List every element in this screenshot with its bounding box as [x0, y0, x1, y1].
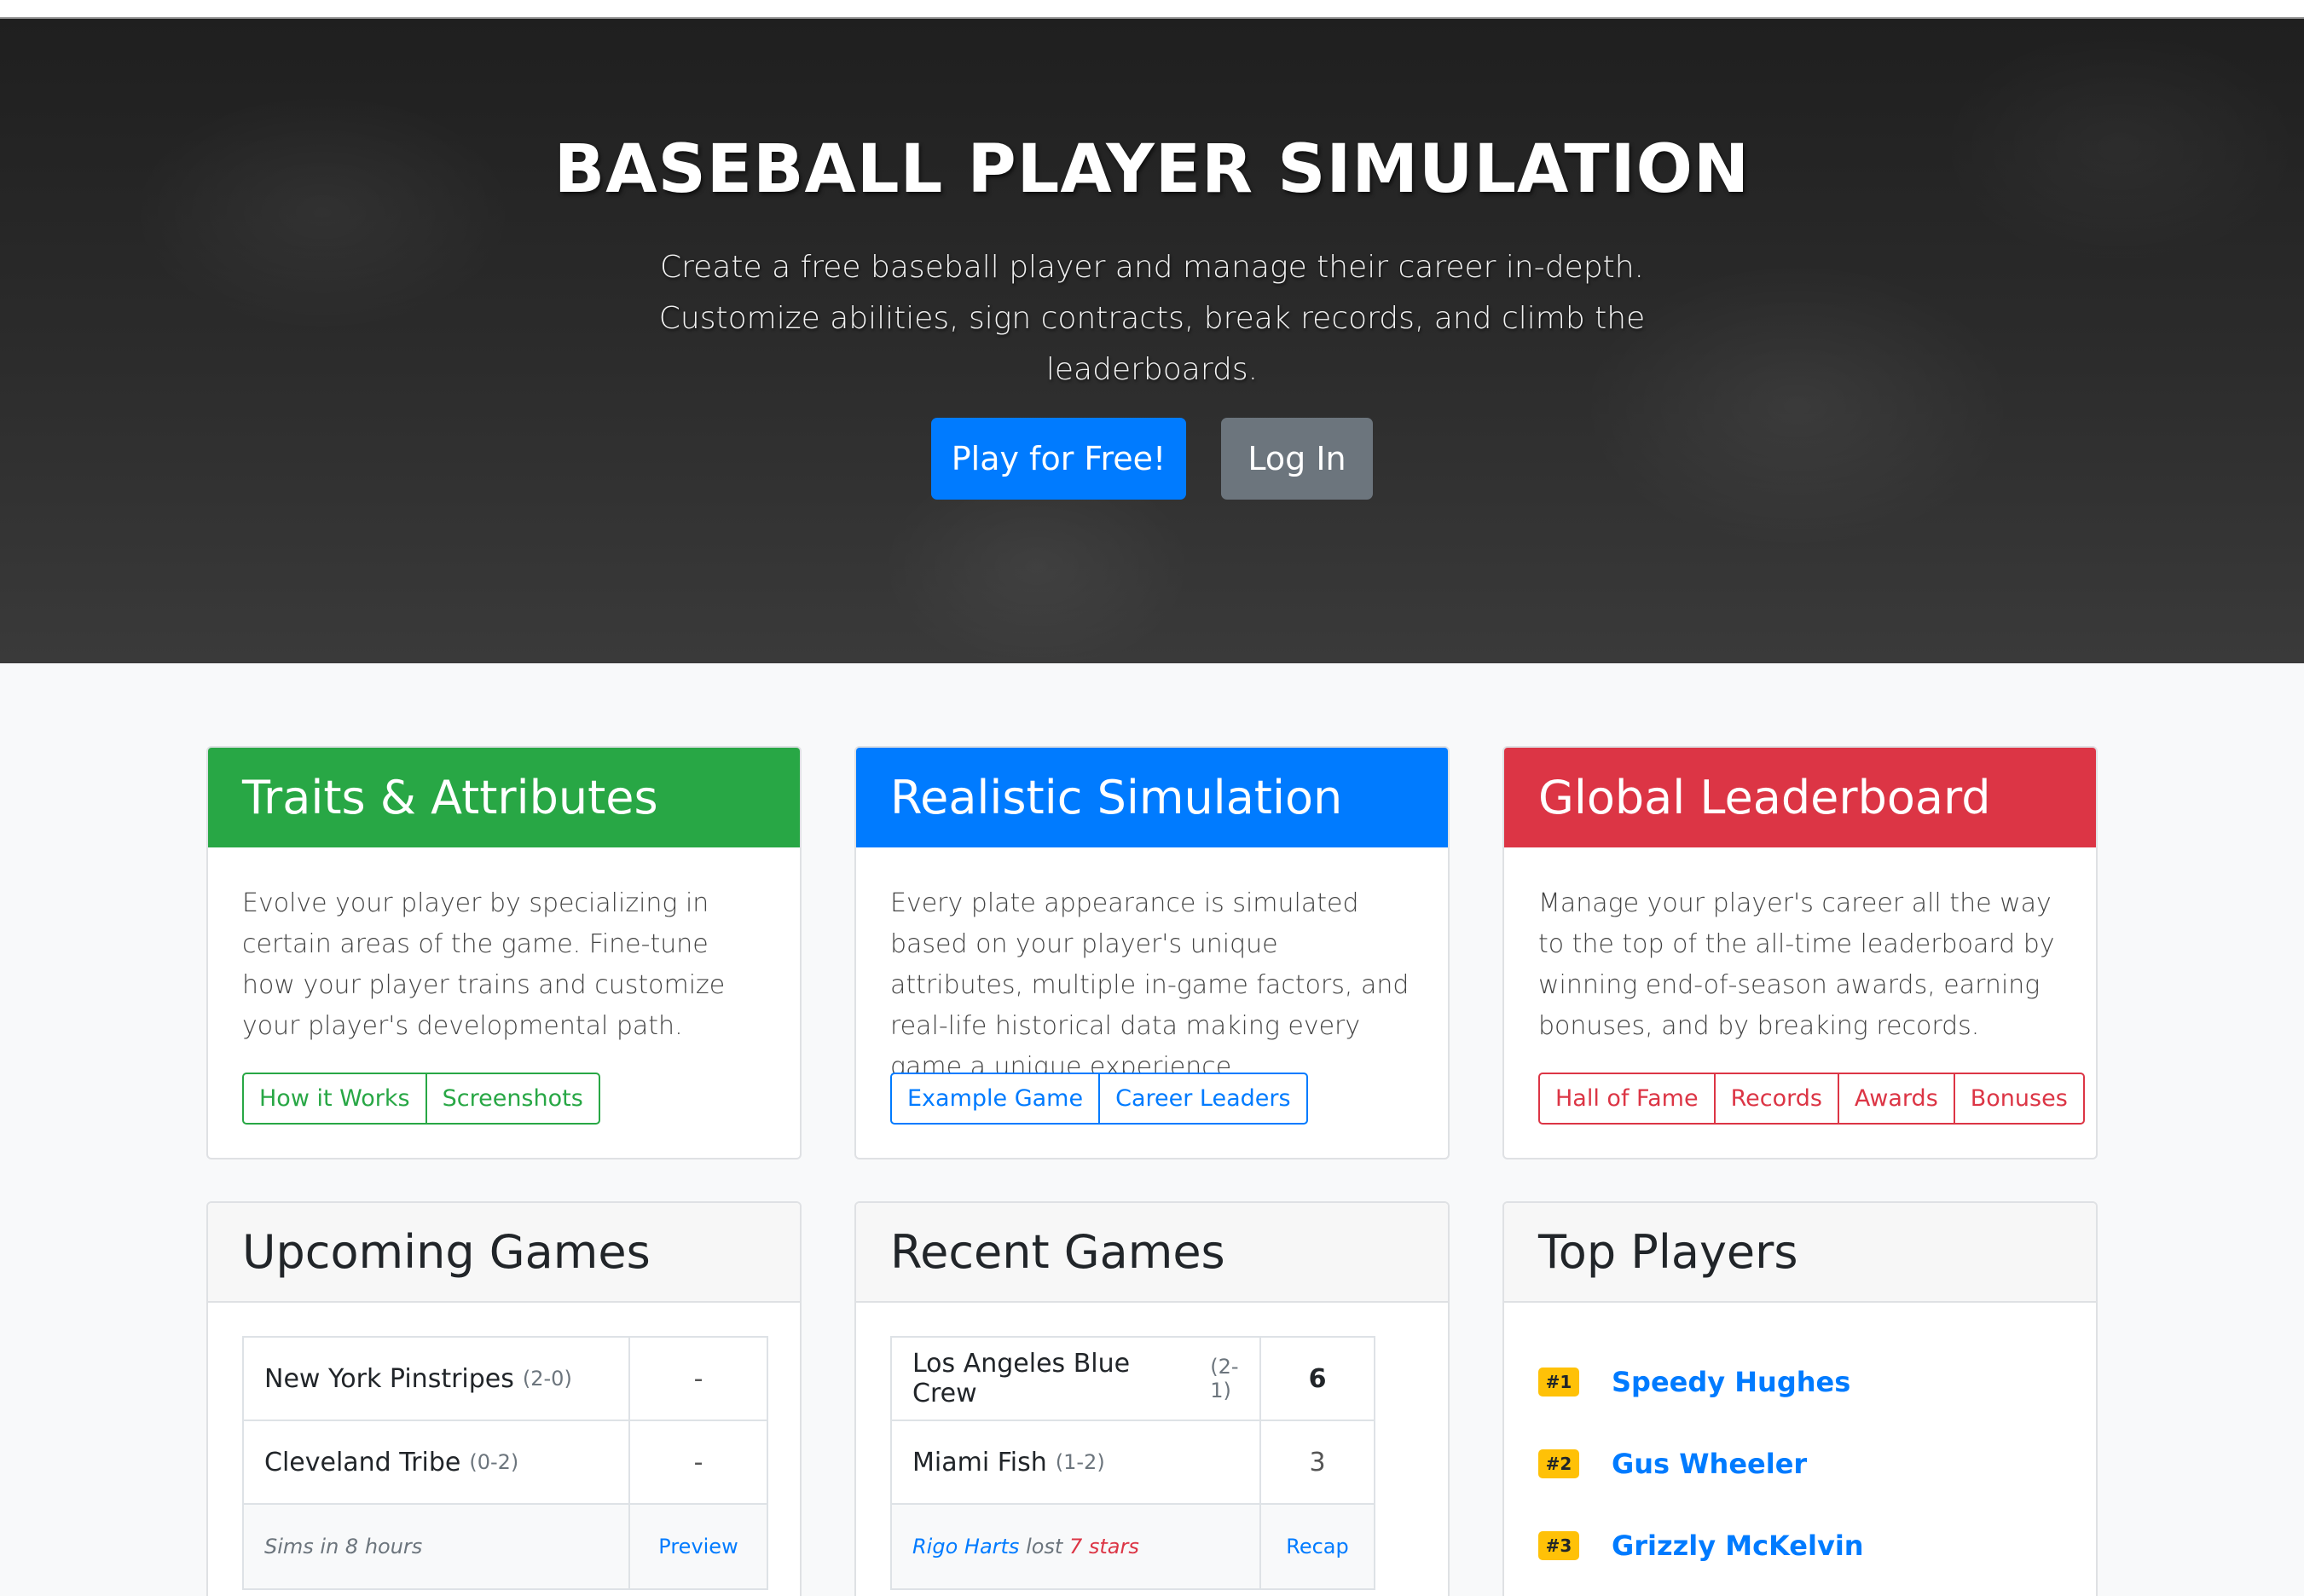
hero-subtitle: Create a free baseball player and manage…	[0, 242, 2304, 396]
score-cell: 3	[1309, 1447, 1326, 1477]
list-item: #1 Speedy Hughes	[1538, 1366, 1850, 1398]
awards-button[interactable]: Awards	[1837, 1073, 1955, 1125]
recap-link[interactable]: Recap	[1261, 1505, 1374, 1588]
simulation-card: Realistic Simulation Every plate appeara…	[854, 746, 1450, 1159]
team-record: (1-2)	[1055, 1450, 1105, 1474]
example-game-button[interactable]: Example Game	[890, 1073, 1101, 1125]
hall-of-fame-button[interactable]: Hall of Fame	[1538, 1073, 1716, 1125]
team-record: (2-0)	[522, 1367, 572, 1391]
rank-badge: #2	[1538, 1449, 1579, 1478]
leaderboard-button-group: Hall of Fame Records Awards Bonuses	[1538, 1073, 2085, 1125]
player-name-link[interactable]: Gus Wheeler	[1612, 1448, 1807, 1480]
simulation-button-group: Example Game Career Leaders	[890, 1073, 1308, 1125]
traits-button-group: How it Works Screenshots	[242, 1073, 600, 1125]
score-cell: -	[693, 1363, 703, 1394]
player-name-link[interactable]: Speedy Hughes	[1612, 1366, 1850, 1398]
table-row: Los Angeles Blue Crew (2-1) 6	[892, 1338, 1374, 1421]
stars-text: 7 stars	[1068, 1535, 1139, 1558]
team-name[interactable]: Miami Fish	[912, 1448, 1047, 1477]
recent-games-card: Recent Games Los Angeles Blue Crew (2-1) …	[854, 1201, 1450, 1596]
bonuses-button[interactable]: Bonuses	[1953, 1073, 2085, 1125]
card-title: Upcoming Games	[208, 1203, 800, 1303]
team-record: (2-1)	[1210, 1355, 1239, 1402]
result-text: lost	[1026, 1535, 1063, 1558]
team-name[interactable]: Los Angeles Blue Crew	[912, 1349, 1201, 1408]
card-title: Global Leaderboard	[1504, 748, 2096, 847]
hero-subtitle-line: leaderboards.	[1045, 352, 1259, 387]
team-name[interactable]: Cleveland Tribe	[264, 1448, 460, 1477]
records-button[interactable]: Records	[1713, 1073, 1839, 1125]
career-leaders-button[interactable]: Career Leaders	[1098, 1073, 1308, 1125]
hero-subtitle-line: Create a free baseball player and manage…	[660, 250, 1644, 285]
upcoming-games-card: Upcoming Games New York Pinstripes (2-0) …	[206, 1201, 802, 1596]
card-title: Recent Games	[856, 1203, 1448, 1303]
card-description: Evolve your player by specializing in ce…	[242, 888, 726, 1041]
preview-link[interactable]: Preview	[630, 1505, 767, 1588]
log-in-button[interactable]: Log In	[1221, 418, 1373, 500]
card-title: Traits & Attributes	[208, 748, 800, 847]
score-cell: 6	[1308, 1363, 1327, 1394]
list-item: #2 Gus Wheeler	[1538, 1448, 1807, 1480]
card-description: Manage your player's career all the way …	[1538, 888, 2055, 1041]
top-players-card: Top Players #1 Speedy Hughes #2 Gus Whee…	[1502, 1201, 2098, 1596]
rank-badge: #1	[1538, 1368, 1579, 1396]
rank-badge: #3	[1538, 1531, 1579, 1560]
traits-card: Traits & Attributes Evolve your player b…	[206, 746, 802, 1159]
player-link[interactable]: Rigo Harts	[912, 1535, 1019, 1558]
team-record: (0-2)	[469, 1450, 519, 1474]
leaderboard-card: Global Leaderboard Manage your player's …	[1502, 746, 2098, 1159]
how-it-works-button[interactable]: How it Works	[242, 1073, 427, 1125]
table-row: Miami Fish (1-2) 3	[892, 1421, 1374, 1505]
recent-games-table: Los Angeles Blue Crew (2-1) 6 Miami Fish (…	[890, 1336, 1375, 1590]
upcoming-games-table: New York Pinstripes (2-0) - Cleveland Tri…	[242, 1336, 768, 1590]
table-row: New York Pinstripes (2-0) -	[244, 1338, 767, 1421]
table-row: Cleveland Tribe (0-2) -	[244, 1421, 767, 1505]
browser-top-strip	[0, 0, 2304, 19]
score-cell: -	[693, 1447, 703, 1477]
card-description: Every plate appearance is simulated base…	[890, 888, 1410, 1082]
hero-title: BASEBALL PLAYER SIMULATION	[553, 131, 1751, 208]
card-title: Top Players	[1504, 1203, 2096, 1303]
team-name[interactable]: New York Pinstripes	[264, 1364, 514, 1394]
hero-banner: BASEBALL PLAYER SIMULATION Create a free…	[0, 19, 2304, 663]
table-footer-row: Sims in 8 hours Preview	[244, 1505, 767, 1588]
card-title: Realistic Simulation	[856, 748, 1448, 847]
play-for-free-button[interactable]: Play for Free!	[931, 418, 1186, 500]
table-footer-row: Rigo Harts lost 7 stars Recap	[892, 1505, 1374, 1588]
hero-subtitle-line: Customize abilities, sign contracts, bre…	[658, 301, 1646, 336]
player-name-link[interactable]: Grizzly McKelvin	[1612, 1530, 1864, 1562]
list-item: #3 Grizzly McKelvin	[1538, 1530, 1864, 1562]
sim-time-text: Sims in 8 hours	[244, 1505, 630, 1588]
screenshots-button[interactable]: Screenshots	[425, 1073, 600, 1125]
